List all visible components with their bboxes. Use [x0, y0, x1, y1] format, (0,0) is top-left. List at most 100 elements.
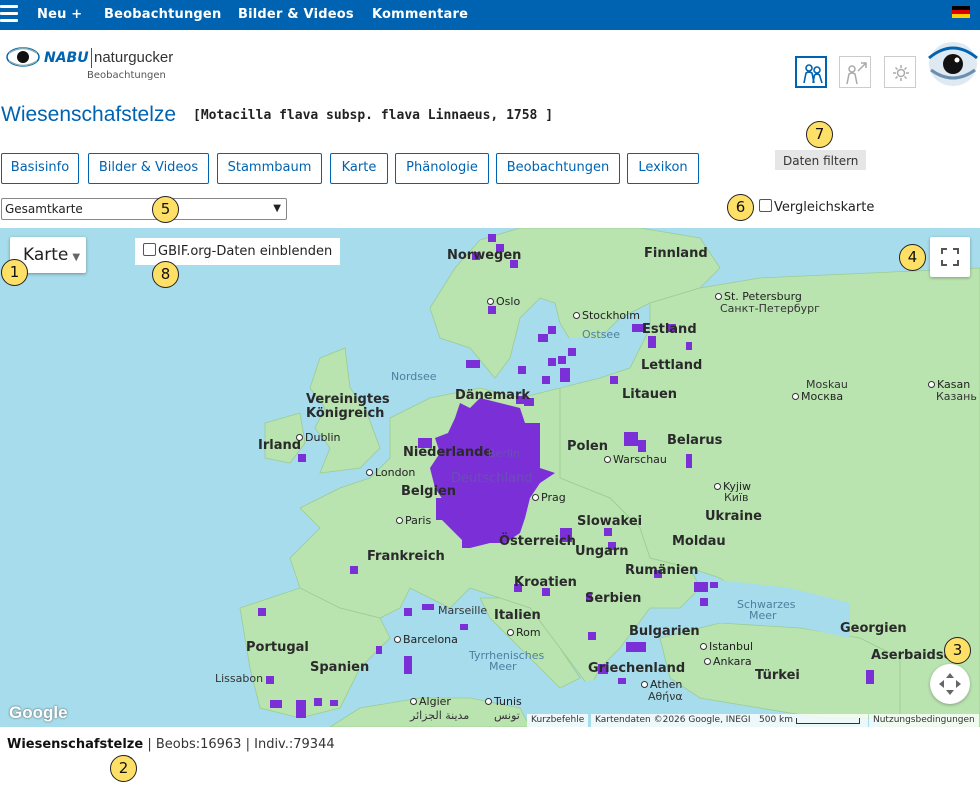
city-label: Marseille	[438, 604, 488, 617]
filter-data-button[interactable]: Daten filtern	[775, 150, 867, 170]
callout-marker: 7	[806, 121, 833, 148]
map-label: Irland	[258, 438, 302, 453]
city-label: Rom	[507, 626, 541, 639]
map-select-value: Gesamtkarte	[5, 202, 83, 216]
map-data-attribution: Kartendaten ©2026 Google, INEGI	[591, 714, 755, 727]
camera-control-button[interactable]	[930, 664, 970, 704]
map-label: Frankreich	[367, 549, 445, 564]
nav-observations[interactable]: Beobachtungen	[104, 7, 221, 22]
gbif-checkbox[interactable]	[143, 243, 156, 256]
settings-button[interactable]	[884, 56, 916, 88]
nav-media[interactable]: Bilder & Videos	[238, 7, 354, 22]
city-label: تونس	[494, 709, 520, 722]
map-label: Bulgarien	[629, 624, 700, 639]
person-arrow-button[interactable]	[839, 56, 871, 88]
city-label: Αθήνα	[648, 690, 683, 703]
city-label: London	[366, 466, 415, 479]
keyboard-shortcuts-link[interactable]: Kurzbefehle	[527, 714, 589, 727]
top-nav: Neu + Beobachtungen Bilder & Videos Komm…	[0, 0, 980, 30]
city-label: Київ	[724, 491, 749, 504]
map-label: Polen	[567, 439, 608, 454]
map-label: Türkei	[755, 668, 800, 683]
compare-map-toggle[interactable]: Vergleichskarte	[759, 199, 874, 215]
fullscreen-icon	[941, 248, 959, 266]
callout-marker: 2	[110, 755, 137, 782]
city-label: Paris	[396, 514, 431, 527]
map-label: Königreich	[306, 406, 385, 421]
gbif-label: GBIF.org-Daten einblenden	[158, 244, 333, 259]
terms-link[interactable]: Nutzungsbedingungen	[869, 714, 979, 727]
callout-marker: 3	[944, 637, 971, 664]
hamburger-menu-icon[interactable]	[0, 5, 18, 25]
sea-label: Meer	[749, 609, 777, 622]
city-label: Oslo	[487, 295, 520, 308]
city-label: Warschau	[604, 453, 667, 466]
map-label: Estland	[642, 322, 697, 337]
city-label: Berlin	[488, 447, 520, 460]
tab-observations[interactable]: Beobachtungen	[496, 153, 620, 184]
tab-media[interactable]: Bilder & Videos	[88, 153, 209, 184]
tab-lexicon[interactable]: Lexikon	[627, 153, 699, 184]
map-label: Italien	[494, 608, 541, 623]
compare-label: Vergleichskarte	[774, 200, 875, 215]
logo-brand: NABU	[44, 50, 89, 66]
people-button[interactable]	[795, 56, 827, 88]
map-label: Georgien	[840, 621, 907, 636]
map-label: Ukraine	[705, 509, 762, 524]
map-label: Litauen	[622, 387, 678, 402]
tab-map[interactable]: Karte	[330, 153, 388, 184]
map-label: Rumänien	[625, 563, 699, 578]
german-flag-icon[interactable]	[952, 6, 970, 18]
city-label: Москва	[792, 390, 843, 403]
pan-arrows-icon	[939, 673, 961, 695]
city-label: Санкт-Петербург	[720, 302, 820, 315]
person-arrow-icon	[846, 62, 867, 85]
map-label: Österreich	[499, 534, 576, 549]
map-label: Griechenland	[588, 661, 686, 676]
city-label: Казань	[936, 390, 977, 403]
city-label: Tunis	[485, 695, 522, 708]
google-logo: Google	[9, 703, 68, 722]
map-label: Vereinigtes	[306, 392, 390, 407]
scale-bar	[796, 718, 860, 724]
brand-eye-icon	[928, 42, 978, 86]
species-scientific-name: [Motacilla flava subsp. flava Linnaeus, …	[193, 108, 554, 123]
observation-count: | Beobs:16963	[147, 737, 242, 752]
distribution-map[interactable]: Norwegen Finnland Estland Lettland Litau…	[0, 228, 980, 727]
map-label: Spanien	[310, 660, 370, 675]
city-label: Stockholm	[573, 309, 640, 322]
caret-down-icon: ▼	[72, 252, 81, 263]
stats-species-name: Wiesenschafstelze	[7, 737, 144, 752]
city-label: Algier	[410, 695, 451, 708]
map-label: Moldau	[672, 534, 726, 549]
map-label: Kroatien	[514, 575, 577, 590]
tab-phenology[interactable]: Phänologie	[395, 153, 489, 184]
city-label: Ankara	[704, 655, 752, 668]
map-label: Norwegen	[447, 248, 522, 263]
nav-new[interactable]: Neu +	[37, 7, 82, 22]
map-type-label: Karte	[23, 245, 69, 265]
city-label: Dublin	[296, 431, 341, 444]
species-stats: Wiesenschafstelze | Beobs:16963 | Indiv.…	[7, 737, 335, 752]
callout-marker: 5	[152, 196, 179, 223]
map-label: Serbien	[585, 591, 642, 606]
fullscreen-button[interactable]	[930, 237, 970, 277]
naturgucker-logo[interactable]: NABU naturgucker Beobachtungen	[6, 42, 176, 84]
tab-family-tree[interactable]: Stammbaum	[217, 153, 322, 184]
tab-basisinfo[interactable]: Basisinfo	[1, 153, 79, 184]
logo-subtitle: Beobachtungen	[87, 70, 166, 81]
map-type-select[interactable]: Gesamtkarte ▼	[1, 198, 287, 220]
logo-divider	[91, 48, 92, 68]
scale-value: 500 km	[759, 715, 794, 725]
individual-count: | Indiv.:79344	[245, 737, 335, 752]
map-label: Belarus	[667, 433, 723, 448]
sea-label: Meer	[489, 660, 517, 673]
nav-comments[interactable]: Kommentare	[372, 7, 468, 22]
eye-logo-icon	[6, 47, 40, 67]
gear-icon	[893, 65, 909, 81]
city-label: Lissabon	[215, 672, 264, 685]
city-label: Prag	[532, 491, 566, 504]
compare-checkbox[interactable]	[759, 199, 772, 212]
city-label: Barcelona	[394, 633, 458, 646]
city-label: Istanbul	[700, 640, 753, 653]
